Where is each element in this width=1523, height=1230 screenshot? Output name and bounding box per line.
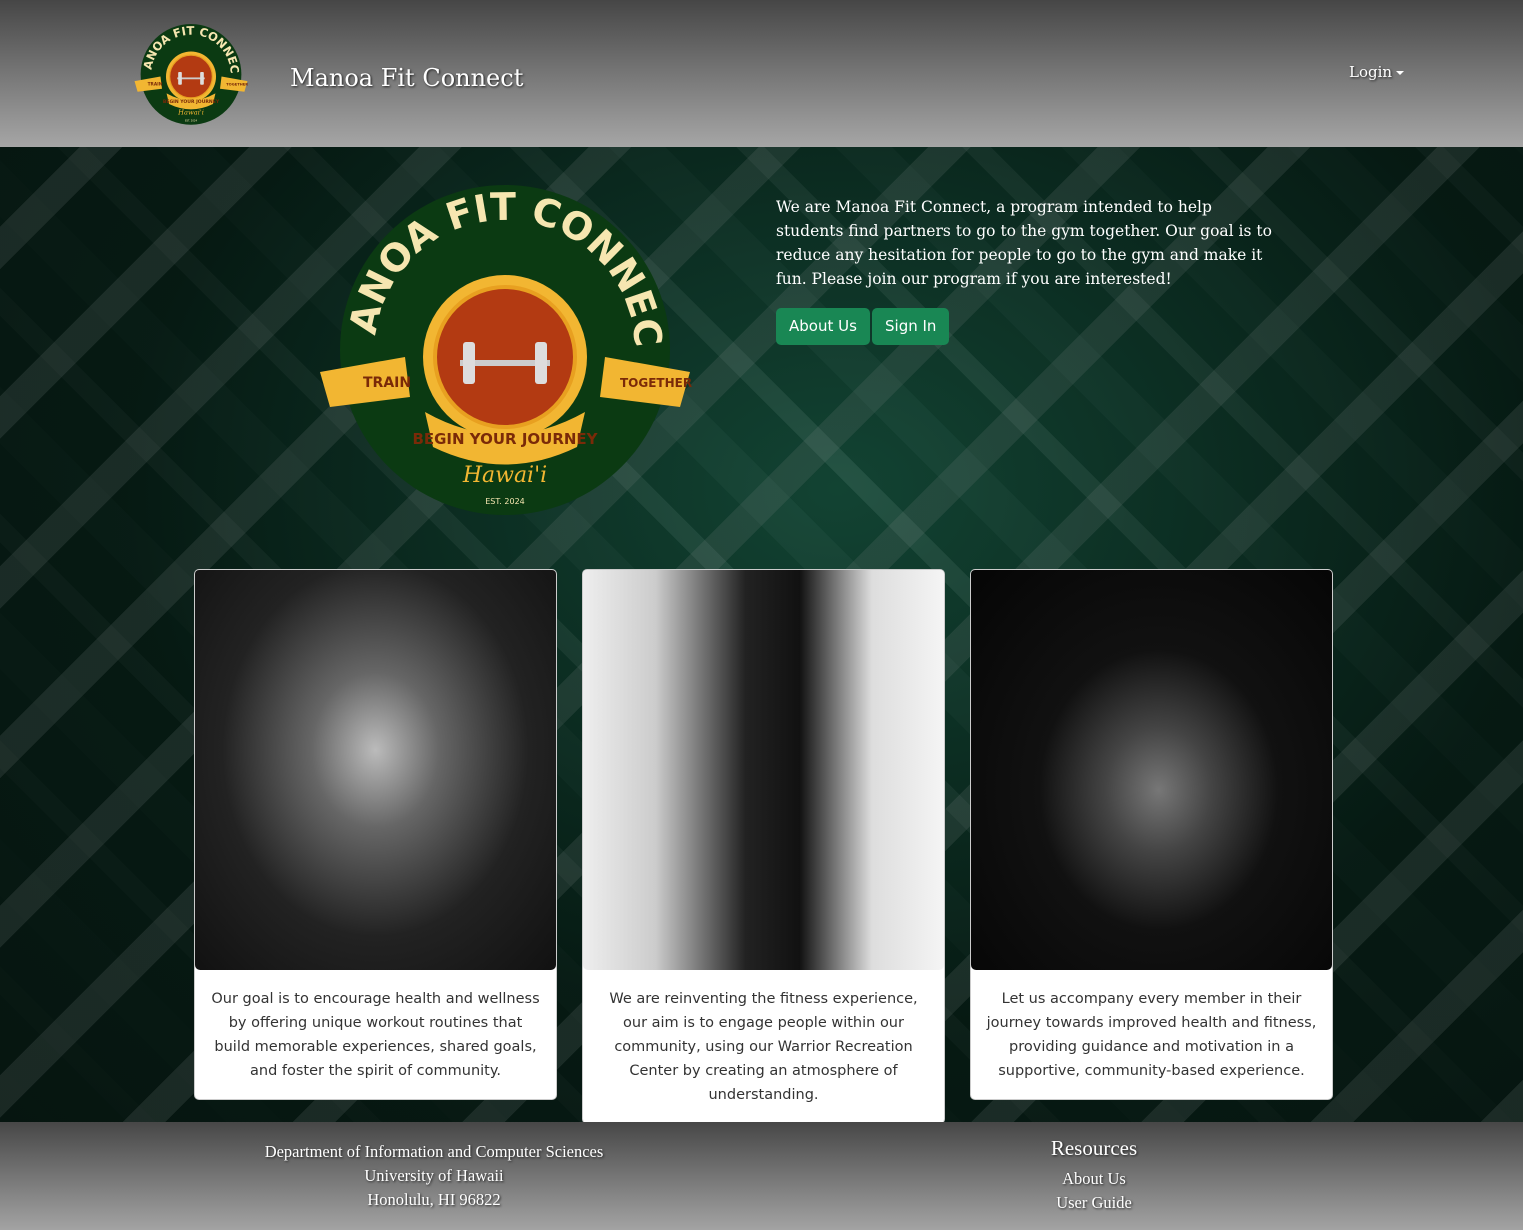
brand-title[interactable]: Manoa Fit Connect bbox=[290, 64, 523, 92]
resources-heading: Resources bbox=[1050, 1136, 1138, 1160]
sign-in-button[interactable]: Sign In bbox=[872, 308, 950, 345]
stretching-woman-image bbox=[971, 570, 1332, 970]
login-label: Login bbox=[1349, 63, 1393, 81]
footer-link-user-guide[interactable]: User Guide bbox=[1000, 1191, 1188, 1215]
treadmill-woman-image bbox=[583, 570, 944, 970]
landing-section: We are Manoa Fit Connect, a program inte… bbox=[0, 147, 1523, 1122]
card-text: Our goal is to encourage health and well… bbox=[211, 991, 540, 1079]
card-text: Let us accompany every member in their j… bbox=[986, 991, 1317, 1079]
brand-logo[interactable] bbox=[133, 22, 249, 128]
footer-link-about-us[interactable]: About Us bbox=[1000, 1167, 1188, 1191]
city: Honolulu, HI 96822 bbox=[367, 1190, 501, 1209]
info-card: Let us accompany every member in their j… bbox=[970, 569, 1333, 1100]
university: University of Hawaii bbox=[364, 1166, 504, 1185]
footer-resources: Resources About Us User Guide bbox=[1000, 1136, 1188, 1215]
card-text: We are reinventing the fitness experienc… bbox=[609, 991, 918, 1103]
footer-address: Department of Information and Computer S… bbox=[220, 1140, 648, 1212]
navbar: Manoa Fit Connect Login bbox=[0, 0, 1523, 147]
info-card: We are reinventing the fitness experienc… bbox=[582, 569, 945, 1122]
weightlifter-image bbox=[195, 570, 556, 970]
footer: Department of Information and Computer S… bbox=[0, 1122, 1523, 1230]
hero-logo bbox=[315, 182, 695, 522]
about-us-button[interactable]: About Us bbox=[776, 308, 870, 345]
info-card: Our goal is to encourage health and well… bbox=[194, 569, 557, 1100]
intro-text: We are Manoa Fit Connect, a program inte… bbox=[776, 198, 1272, 288]
login-dropdown[interactable]: Login bbox=[1349, 63, 1405, 81]
department: Department of Information and Computer S… bbox=[264, 1142, 604, 1161]
caret-down-icon bbox=[1396, 71, 1405, 75]
